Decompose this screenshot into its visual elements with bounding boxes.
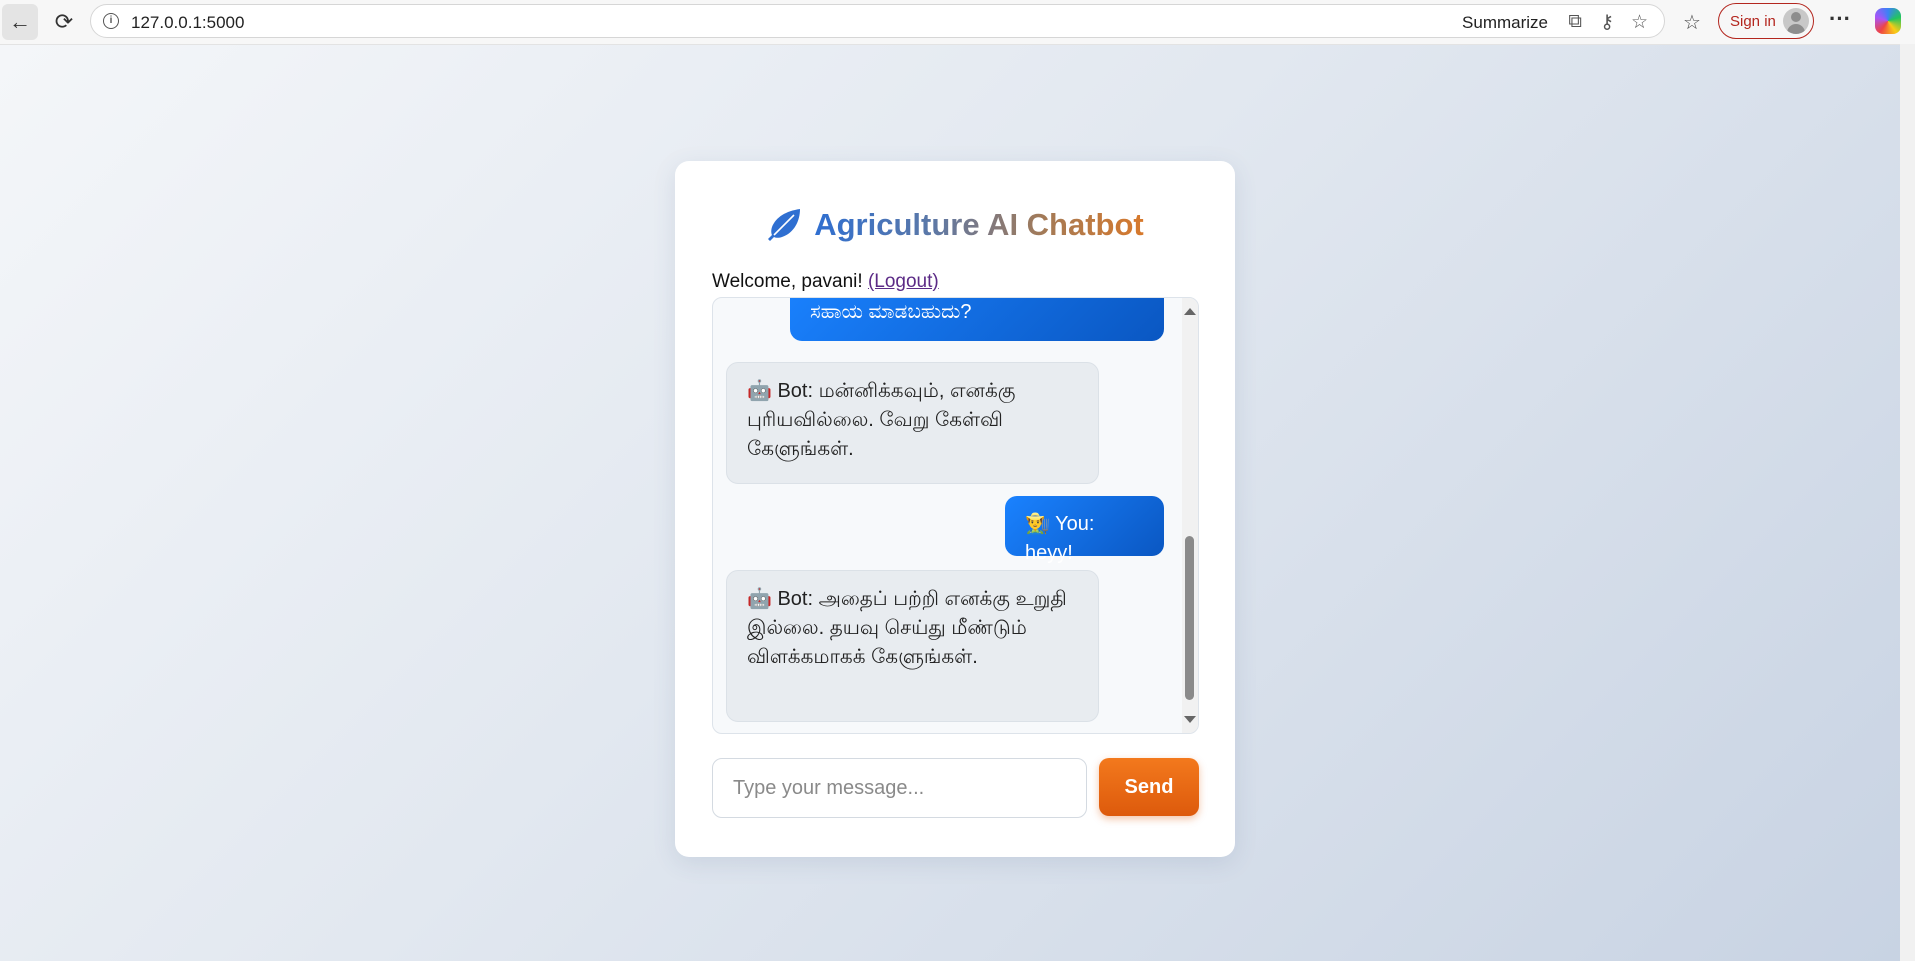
key-icon[interactable]: ⚷ xyxy=(1600,11,1614,34)
chatbot-card: Agriculture AI Chatbot Welcome, pavani! … xyxy=(675,161,1235,857)
welcome-line: Welcome, pavani! (Logout) xyxy=(712,271,939,293)
send-button[interactable]: Send xyxy=(1099,758,1199,816)
sign-in-label: Sign in xyxy=(1730,13,1776,30)
url-text[interactable]: 127.0.0.1:5000 xyxy=(131,13,244,33)
summarize-button[interactable]: Summarize xyxy=(1462,13,1548,33)
header: Agriculture AI Chatbot xyxy=(675,201,1235,249)
bot-message: 🤖 Bot: அதைப் பற்றி எனக்கு உறுதி இல்லை. த… xyxy=(726,570,1099,722)
leaf-icon xyxy=(768,209,801,241)
browser-toolbar: ← ⟳ i 127.0.0.1:5000 Summarize ⧉ ⚷ ☆ ☆ S… xyxy=(0,0,1915,45)
reload-icon[interactable]: ⟳ xyxy=(46,4,82,40)
scroll-down-arrow-icon[interactable] xyxy=(1184,716,1196,723)
site-info-icon[interactable]: i xyxy=(103,13,119,29)
bot-message: 🤖 Bot: மன்னிக்கவும், எனக்கு புரியவில்லை.… xyxy=(726,362,1099,484)
page-title: Agriculture AI Chatbot xyxy=(814,207,1144,242)
back-arrow-icon[interactable]: ← xyxy=(2,4,38,40)
chat-scrollbar[interactable] xyxy=(1182,298,1198,733)
favorites-icon[interactable]: ☆ xyxy=(1683,10,1701,35)
profile-avatar-icon xyxy=(1783,8,1809,34)
chat-log[interactable]: ಸಹಾಯ ಮಾಡಬಹುದು? 🤖 Bot: மன்னிக்கவும், எனக்… xyxy=(712,297,1199,734)
logout-link[interactable]: (Logout) xyxy=(868,271,939,292)
user-message: 👨‍🌾 You: heyy! xyxy=(1005,496,1164,564)
favorite-star-icon[interactable]: ☆ xyxy=(1631,11,1648,34)
scroll-thumb[interactable] xyxy=(1185,536,1194,700)
page-scrollbar[interactable] xyxy=(1900,44,1915,961)
page-viewport: Agriculture AI Chatbot Welcome, pavani! … xyxy=(0,45,1900,961)
welcome-text: Welcome, pavani! xyxy=(712,271,868,292)
user-message: ಸಹಾಯ ಮಾಡಬಹುದು? xyxy=(790,298,1164,341)
message-input[interactable] xyxy=(712,758,1087,818)
address-bar[interactable]: i 127.0.0.1:5000 Summarize ⧉ ⚷ ☆ xyxy=(90,4,1665,38)
scroll-up-arrow-icon[interactable] xyxy=(1184,308,1196,315)
copilot-icon[interactable] xyxy=(1875,8,1901,34)
sign-in-button[interactable]: Sign in xyxy=(1718,3,1814,39)
summarize-icon[interactable]: ⧉ xyxy=(1568,11,1582,33)
more-options-icon[interactable]: ··· xyxy=(1829,6,1851,32)
